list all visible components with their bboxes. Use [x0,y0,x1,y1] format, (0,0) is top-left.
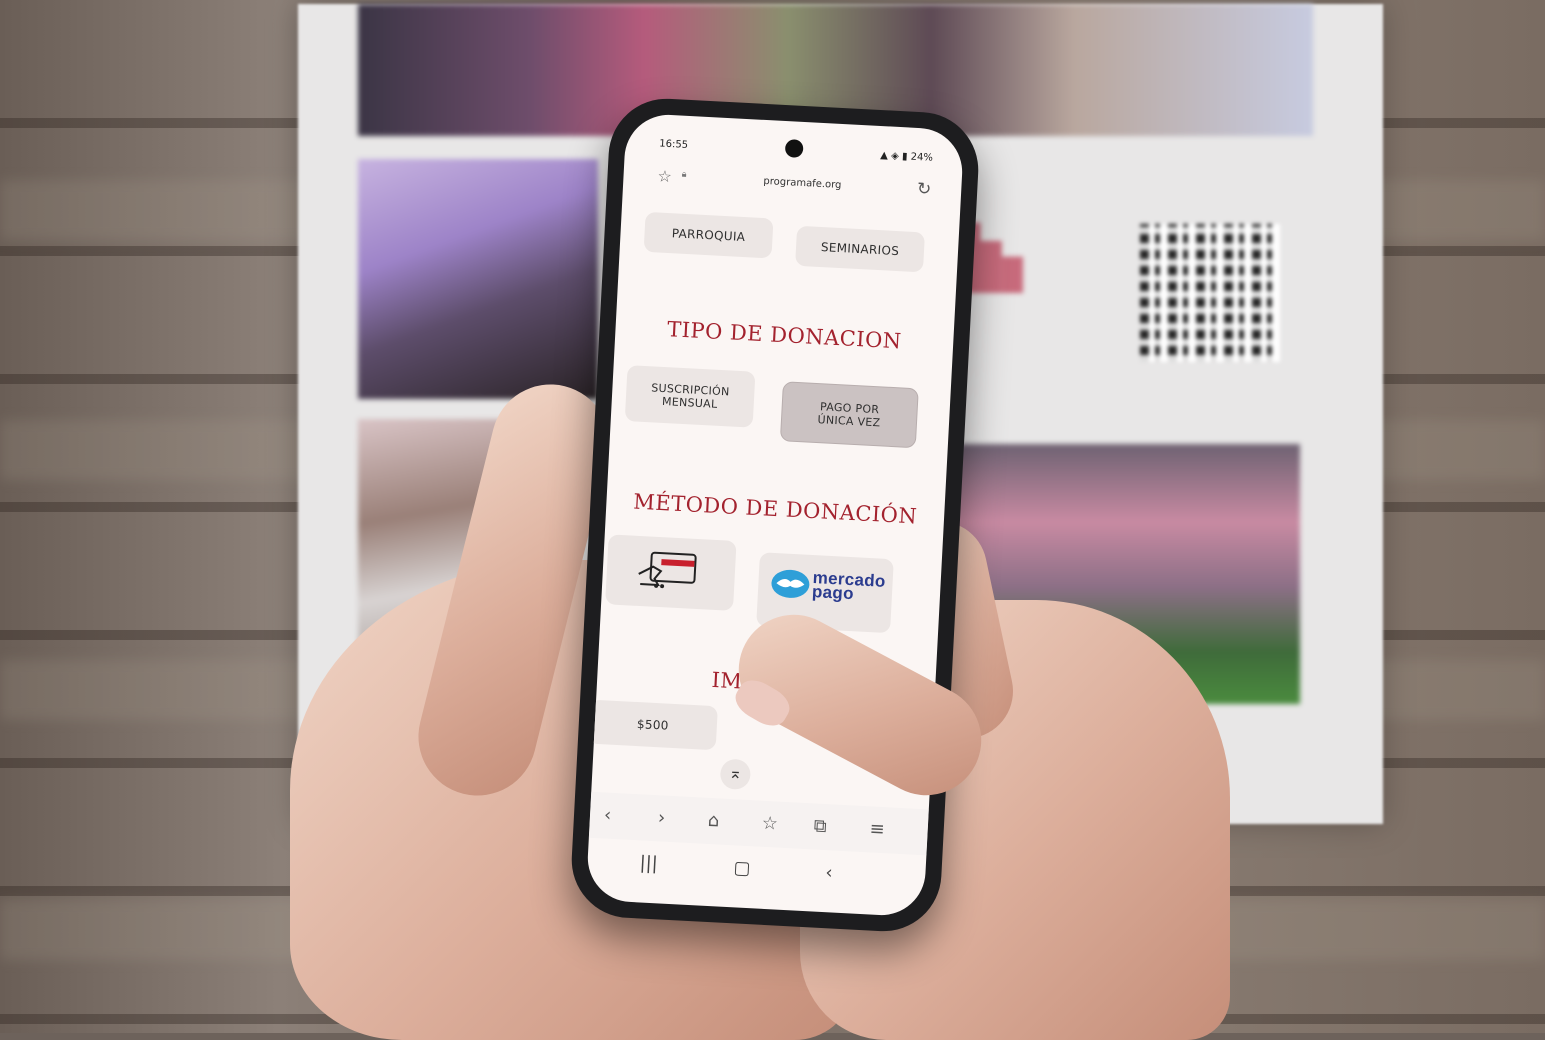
donation-type-heading: TIPO DE DONACION [666,317,903,354]
single-payment-button[interactable]: PAGO POR ÚNICA VEZ [779,381,919,449]
qr-code [1140,224,1280,362]
scroll-to-top-button[interactable]: ⌅ [719,758,752,791]
status-battery: ▲ ◈ ▮ 24% [880,150,934,164]
url-text[interactable]: programafe.org [763,176,842,191]
donation-method-heading: MÉTODO DE DONACIÓN [632,489,918,529]
forward-icon[interactable]: › [657,807,665,828]
home-button-icon[interactable]: ▢ [733,857,751,879]
phone-screen: 16:55 ▲ ◈ ▮ 24% ☆ 🔒︎ programafe.org ↻ PA… [585,112,965,918]
poster-photo [358,159,598,399]
smartphone: 16:55 ▲ ◈ ▮ 24% ☆ 🔒︎ programafe.org ↻ PA… [568,95,982,935]
parroquia-button[interactable]: PARROQUIA [643,211,774,259]
tabs-icon[interactable]: ⧉ [813,815,827,837]
monthly-subscription-button[interactable]: SUSCRIPCIÓN MENSUAL [624,365,756,428]
status-time: 16:55 [658,138,689,151]
menu-icon[interactable]: ≡ [869,818,885,840]
seminarios-button[interactable]: SEMINARIOS [795,225,925,273]
credit-card-icon [638,551,697,589]
lock-icon: 🔒︎ [681,169,687,180]
mercado-pago-text: mercado pago [811,568,887,604]
star-icon[interactable]: ☆ [657,166,672,186]
bookmarks-icon[interactable]: ☆ [761,813,778,835]
recent-apps-icon[interactable]: ||| [639,852,658,874]
system-back-icon[interactable]: ‹ [825,862,833,883]
back-icon[interactable]: ‹ [604,804,612,825]
reload-icon[interactable]: ↻ [916,179,931,200]
card-payment-button[interactable] [605,534,737,611]
mercado-pago-logo [771,569,810,598]
home-icon[interactable]: ⌂ [707,810,720,832]
amount-500-button[interactable]: $500 [587,699,718,751]
